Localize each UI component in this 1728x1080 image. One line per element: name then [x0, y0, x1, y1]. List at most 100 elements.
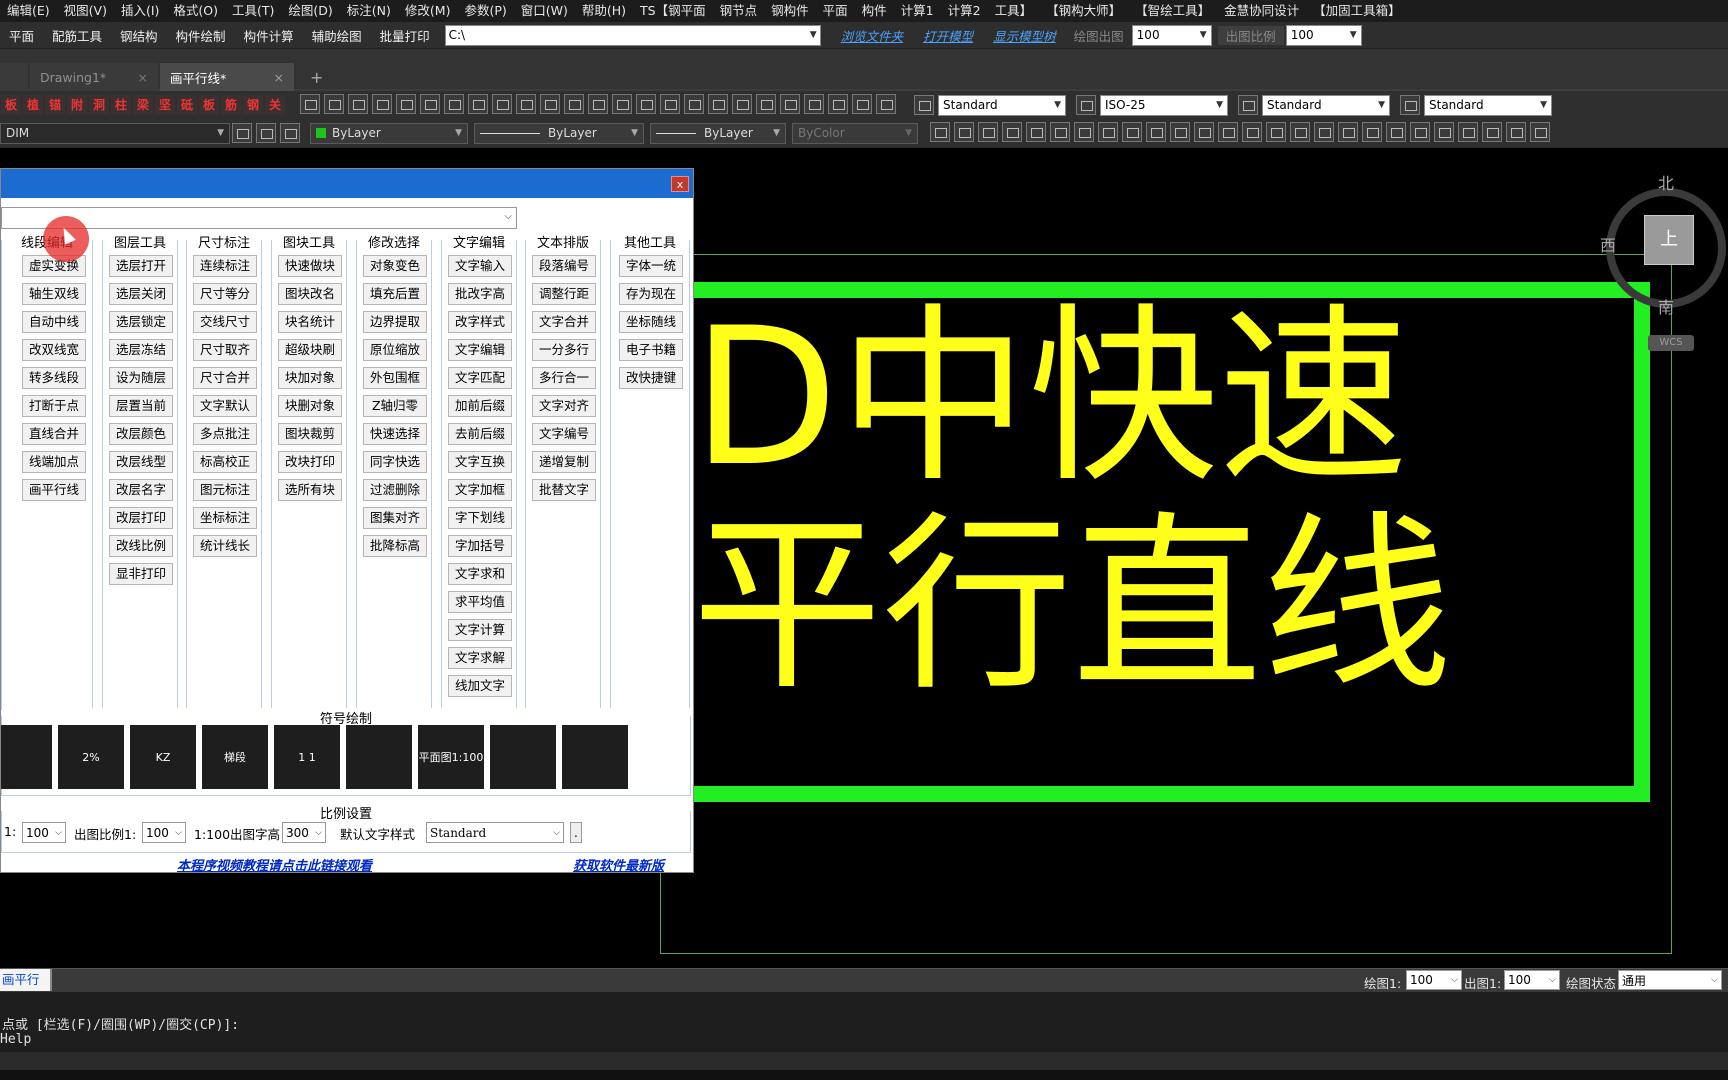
video-tutorial-link[interactable]: 本程序视频教程请点击此链接观看 [177, 855, 372, 872]
tool-button-5-5[interactable]: 加前后缀 [448, 395, 512, 417]
misc-tool-icon-22[interactable] [1458, 121, 1478, 142]
tool-button-0-1[interactable]: 轴生双线 [22, 283, 86, 305]
compass-north[interactable]: 北 [1658, 170, 1674, 194]
tool-button-2-10[interactable]: 统计线长 [193, 535, 257, 557]
tab-drawing1[interactable]: Drawing1* × [30, 63, 158, 91]
dialog-titlebar[interactable]: x [1, 169, 693, 198]
std-tool-icon-12[interactable] [588, 93, 608, 114]
tool-button-4-3[interactable]: 原位缩放 [363, 339, 427, 361]
tool-button-2-0[interactable]: 连续标注 [193, 255, 257, 277]
close-icon[interactable]: × [138, 70, 148, 85]
tool-button-5-13[interactable]: 文字计算 [448, 619, 512, 641]
tool-button-1-7[interactable]: 改层线型 [109, 451, 173, 473]
std-tool-icon-20[interactable] [780, 93, 800, 114]
misc-tool-icon-10[interactable] [1170, 121, 1190, 142]
tool-button-0-6[interactable]: 直线合并 [22, 423, 86, 445]
rebar-tool-icon-2[interactable]: 锚 [45, 95, 65, 115]
tool-button-1-5[interactable]: 层置当前 [109, 395, 173, 417]
tool-button-6-4[interactable]: 多行合一 [532, 367, 596, 389]
misc-tool-icon-14[interactable] [1266, 121, 1286, 142]
std-tool-icon-8[interactable] [492, 93, 512, 114]
text-style-select[interactable]: Standard ▼ [938, 94, 1066, 116]
misc-tool-icon-7[interactable] [1098, 121, 1118, 142]
tb-rebar[interactable]: 配筋工具 [43, 26, 111, 45]
std-tool-icon-22[interactable] [828, 93, 848, 114]
tool-button-6-7[interactable]: 递增复制 [532, 451, 596, 473]
tool-button-5-11[interactable]: 文字求和 [448, 563, 512, 585]
style-more-button[interactable]: . [570, 822, 582, 843]
menu-item-8[interactable]: 参数(P) [457, 0, 513, 22]
std-tool-icon-10[interactable] [540, 93, 560, 114]
misc-tool-icon-11[interactable] [1194, 121, 1214, 142]
tool-button-6-8[interactable]: 批替文字 [532, 479, 596, 501]
mleader-style-select[interactable]: Standard ▼ [1424, 94, 1552, 116]
tool-button-7-3[interactable]: 电子书籍 [619, 339, 683, 361]
tool-button-1-9[interactable]: 改层打印 [109, 507, 173, 529]
rebar-tool-icon-1[interactable]: 植 [23, 95, 43, 115]
symbol-tile-1[interactable]: 2% [58, 725, 124, 789]
scale-select-3[interactable]: 300 ⌵ [282, 822, 326, 843]
rebar-tool-icon-4[interactable]: 洞 [89, 95, 109, 115]
tool-button-4-10[interactable]: 批降标高 [363, 535, 427, 557]
rebar-tool-icon-8[interactable]: 砥 [177, 95, 197, 115]
menu-item-5[interactable]: 绘图(D) [281, 0, 339, 22]
tool-button-4-2[interactable]: 边界提取 [363, 311, 427, 333]
misc-tool-icon-12[interactable] [1218, 121, 1238, 142]
tab-active[interactable]: 画平行线* × [160, 63, 294, 91]
draw-state-select[interactable]: 通用 ⌵ [1618, 970, 1722, 990]
tool-button-1-2[interactable]: 选层锁定 [109, 311, 173, 333]
symbol-tile-0[interactable] [1, 725, 52, 789]
tool-button-2-4[interactable]: 尺寸合并 [193, 367, 257, 389]
menu-item-21[interactable]: 金慧协同设计 [1217, 0, 1306, 22]
show-model-tree-link[interactable]: 显示模型树 [983, 26, 1066, 45]
std-tool-icon-23[interactable] [852, 93, 872, 114]
menu-item-0[interactable]: 编辑(E) [0, 0, 57, 22]
text-style-icon[interactable] [914, 95, 934, 115]
layer-manager-icon[interactable] [232, 123, 252, 143]
std-tool-icon-21[interactable] [804, 93, 824, 114]
close-icon[interactable]: × [274, 70, 284, 85]
layer-match-icon[interactable] [256, 123, 276, 143]
misc-tool-icon-16[interactable] [1314, 121, 1334, 142]
tool-button-3-4[interactable]: 块加对象 [278, 367, 342, 389]
std-tool-icon-6[interactable] [444, 93, 464, 114]
tool-button-1-6[interactable]: 改层颜色 [109, 423, 173, 445]
rebar-tool-icon-10[interactable]: 筋 [221, 95, 241, 115]
tool-button-5-10[interactable]: 字加括号 [448, 535, 512, 557]
table-style-select[interactable]: Standard ▼ [1262, 94, 1390, 116]
menu-item-19[interactable]: 【钢构大师】 [1039, 0, 1128, 22]
plotstyle-select[interactable]: ByColor ▼ [792, 122, 918, 144]
tool-button-5-2[interactable]: 改字样式 [448, 311, 512, 333]
tool-button-5-8[interactable]: 文字加框 [448, 479, 512, 501]
misc-tool-icon-25[interactable] [1530, 121, 1550, 142]
tool-button-7-1[interactable]: 存为现在 [619, 283, 683, 305]
symbol-tile-3[interactable]: 梯段 [202, 725, 268, 789]
menu-item-22[interactable]: 【加固工具箱】 [1306, 0, 1408, 22]
mleader-style-icon[interactable] [1400, 95, 1420, 115]
menu-item-4[interactable]: 工具(T) [225, 0, 281, 22]
misc-tool-icon-1[interactable] [954, 121, 974, 142]
misc-tool-icon-15[interactable] [1290, 121, 1310, 142]
layout-tab-active[interactable]: 画平行线 [0, 969, 52, 1009]
tool-button-0-5[interactable]: 打断于点 [22, 395, 86, 417]
menu-item-12[interactable]: 钢节点 [713, 0, 765, 22]
std-tool-icon-0[interactable] [300, 93, 320, 114]
std-tool-icon-1[interactable] [324, 93, 344, 114]
misc-tool-icon-5[interactable] [1050, 121, 1070, 142]
std-tool-icon-16[interactable] [684, 93, 704, 114]
misc-tool-icon-3[interactable] [1002, 121, 1022, 142]
symbol-tile-6[interactable]: 平面图1:100 [418, 725, 484, 789]
color-select[interactable]: ByLayer ▼ [310, 122, 468, 144]
std-tool-icon-18[interactable] [732, 93, 752, 114]
menu-item-15[interactable]: 构件 [855, 0, 894, 22]
rebar-tool-icon-3[interactable]: 附 [67, 95, 87, 115]
rebar-tool-icon-9[interactable]: 板 [199, 95, 219, 115]
tb-batch-print[interactable]: 批量打印 [371, 26, 439, 45]
scale-select-1[interactable]: 100 ⌵ [22, 822, 66, 843]
misc-tool-icon-21[interactable] [1434, 121, 1454, 142]
tool-button-0-7[interactable]: 线端加点 [22, 451, 86, 473]
symbol-tile-2[interactable]: KZ [130, 725, 196, 789]
std-tool-icon-5[interactable] [420, 93, 440, 114]
rebar-tool-icon-0[interactable]: 板 [1, 95, 21, 115]
tb-member-calc[interactable]: 构件计算 [235, 26, 303, 45]
